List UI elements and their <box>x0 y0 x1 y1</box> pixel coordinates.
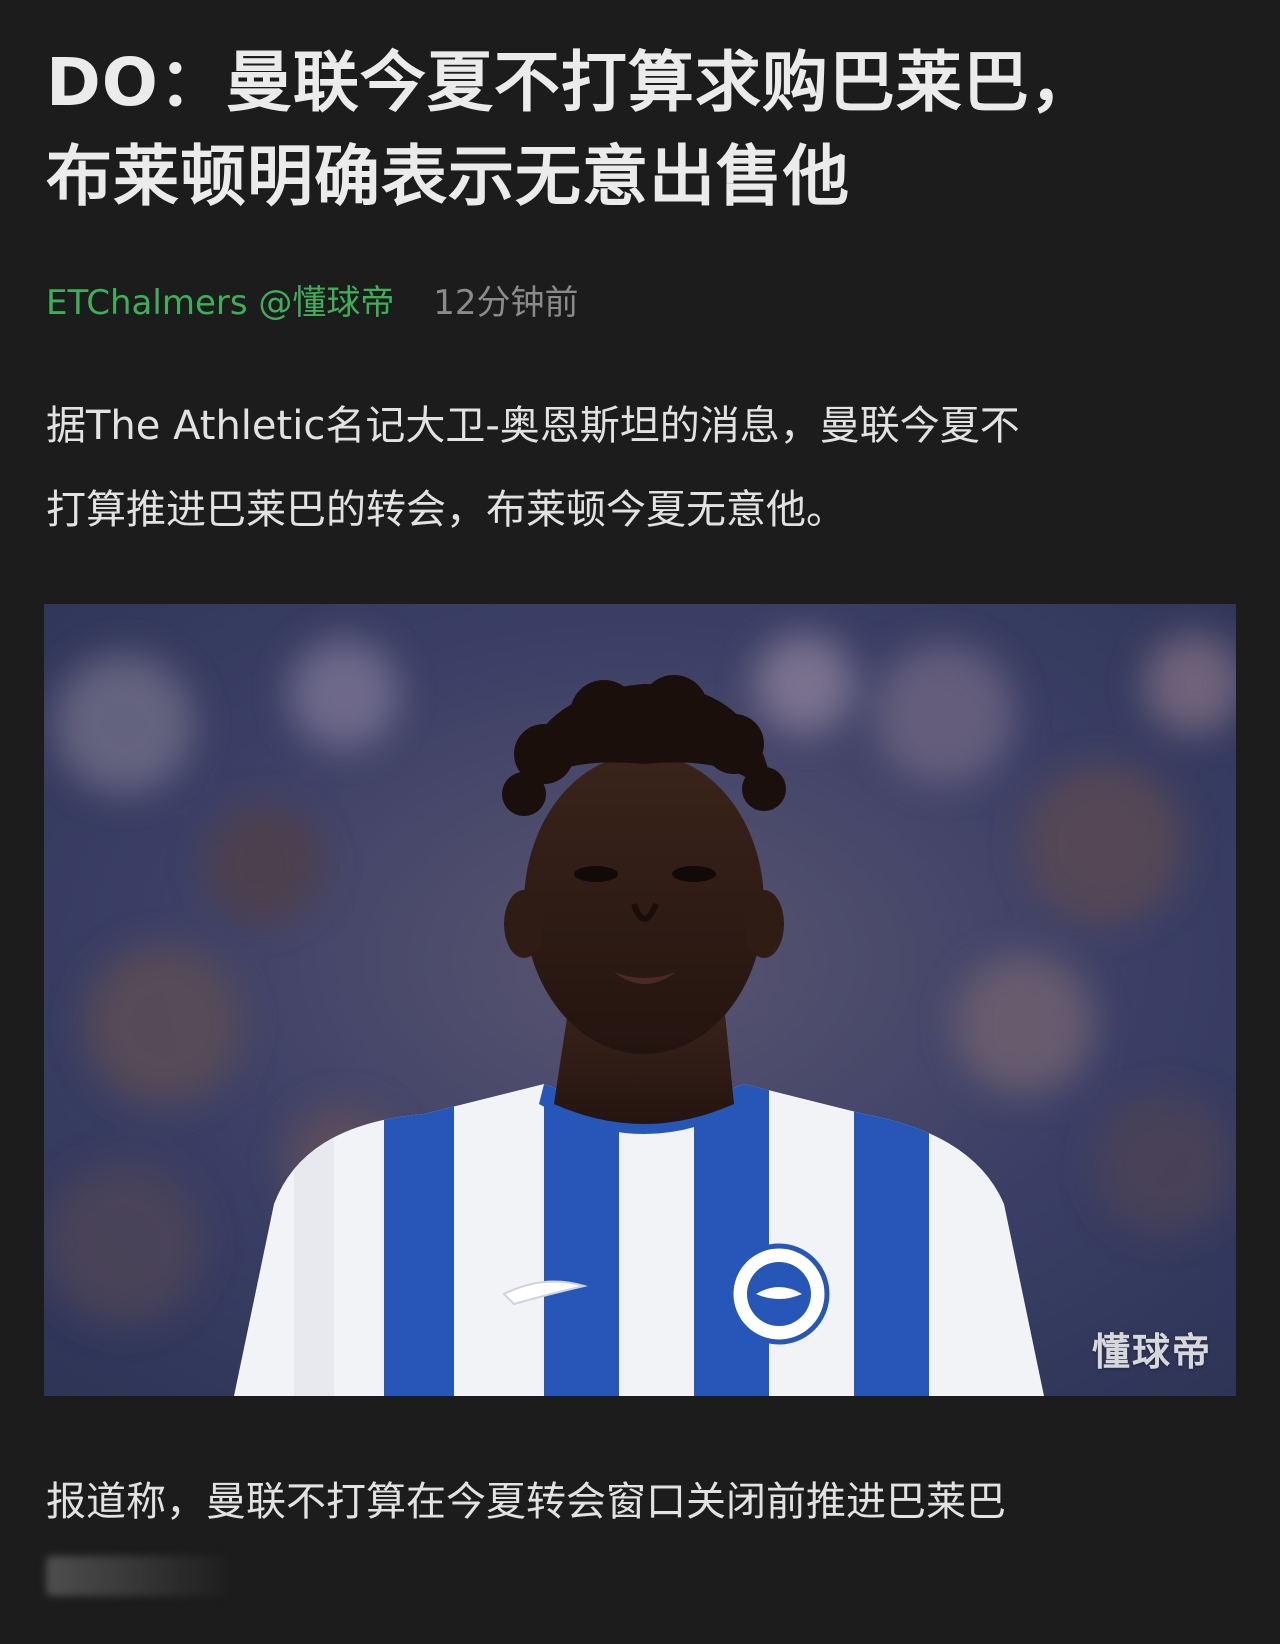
club-crest-icon <box>728 1243 830 1345</box>
faded-text-fragment <box>46 1556 226 1596</box>
author-link[interactable]: ETChalmers @懂球帝 <box>46 283 394 323</box>
article-meta: ETChalmers @懂球帝 12分钟前 <box>46 276 578 330</box>
article-title: DO：曼联今夏不打算求购巴莱巴， 布莱顿明确表示无意出售他 <box>46 36 1246 224</box>
player-photo-illustration <box>44 604 1236 1396</box>
title-line: 布莱顿明确表示无意出售他 <box>46 138 850 215</box>
paragraph-line: 报道称，曼联不打算在今夏转会窗口关闭前推进巴莱巴 <box>46 1479 1006 1525</box>
paragraph-report: 报道称，曼联不打算在今夏转会窗口关闭前推进巴莱巴 <box>46 1460 1246 1544</box>
article-photo[interactable]: 懂球帝 <box>44 604 1236 1396</box>
paragraph-intro: 据The Athletic名记大卫-奥恩斯坦的消息，曼联今夏不 打算推进巴莱巴的… <box>46 384 1246 552</box>
paragraph-line: 据The Athletic名记大卫-奥恩斯坦的消息，曼联今夏不 <box>46 403 1020 449</box>
source-watermark: 懂球帝 <box>1091 1330 1212 1374</box>
article: DO：曼联今夏不打算求购巴莱巴， 布莱顿明确表示无意出售他 ETChalmers… <box>0 0 1280 1644</box>
paragraph-line: 打算推进巴莱巴的转会，布莱顿今夏无意他。 <box>46 487 846 533</box>
title-line: DO：曼联今夏不打算求购巴莱巴， <box>46 44 1097 121</box>
publish-time: 12分钟前 <box>433 283 579 323</box>
